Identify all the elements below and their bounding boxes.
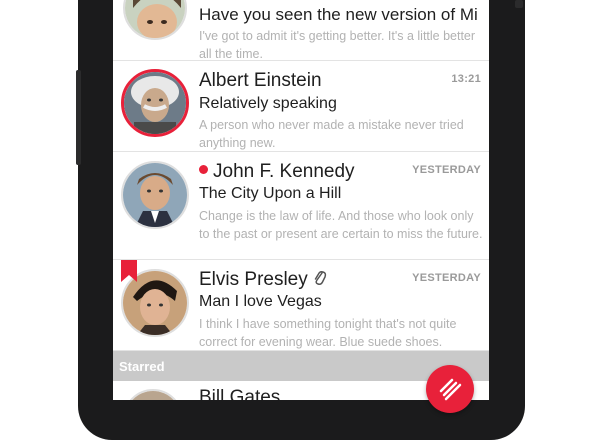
phone-side-button (76, 70, 81, 165)
avatar (121, 69, 189, 137)
sender-name-text: Elvis Presley (199, 269, 308, 290)
phone-top-button (515, 0, 523, 8)
message-preview: I think I have something tonight that's … (199, 317, 457, 349)
message-item[interactable]: Elvis Presley YESTERDAY Man I love Vegas… (113, 260, 489, 351)
inbox-screen: Have you seen the new version of Mi I've… (113, 0, 489, 400)
compose-icon (439, 378, 462, 401)
message-time: YESTERDAY (412, 272, 481, 284)
unread-indicator (199, 165, 208, 174)
message-subject: The City Upon a Hill (199, 185, 342, 202)
sender-name: Elvis Presley (199, 269, 327, 293)
sender-name: Bill Gates (199, 387, 281, 400)
sender-name: Albert Einstein (199, 70, 322, 91)
paperclip-icon (313, 269, 327, 293)
message-item[interactable]: John F. Kennedy YESTERDAY The City Upon … (113, 152, 489, 260)
message-preview: Change is the law of life. And those who… (199, 209, 483, 241)
sender-name-text: John F. Kennedy (213, 161, 355, 182)
avatar (121, 161, 189, 229)
message-item[interactable]: Albert Einstein 13:21 Relatively speakin… (113, 61, 489, 152)
bookmark-icon (121, 260, 137, 282)
section-header-label: Starred (119, 359, 165, 374)
compose-button[interactable] (426, 365, 474, 413)
message-time: 13:21 (451, 73, 481, 85)
message-preview: I've got to admit it's getting better. I… (199, 29, 476, 61)
message-subject: Man I love Vegas (199, 293, 322, 310)
message-preview: A person who never made a mistake never … (199, 118, 464, 150)
message-time: YESTERDAY (412, 164, 481, 176)
sender-name: John F. Kennedy (199, 161, 355, 183)
avatar (123, 389, 183, 400)
message-subject: Relatively speaking (199, 95, 337, 112)
message-subject: Have you seen the new version of Mi (199, 5, 478, 24)
message-item[interactable]: Have you seen the new version of Mi I've… (113, 0, 489, 61)
avatar (123, 0, 187, 40)
